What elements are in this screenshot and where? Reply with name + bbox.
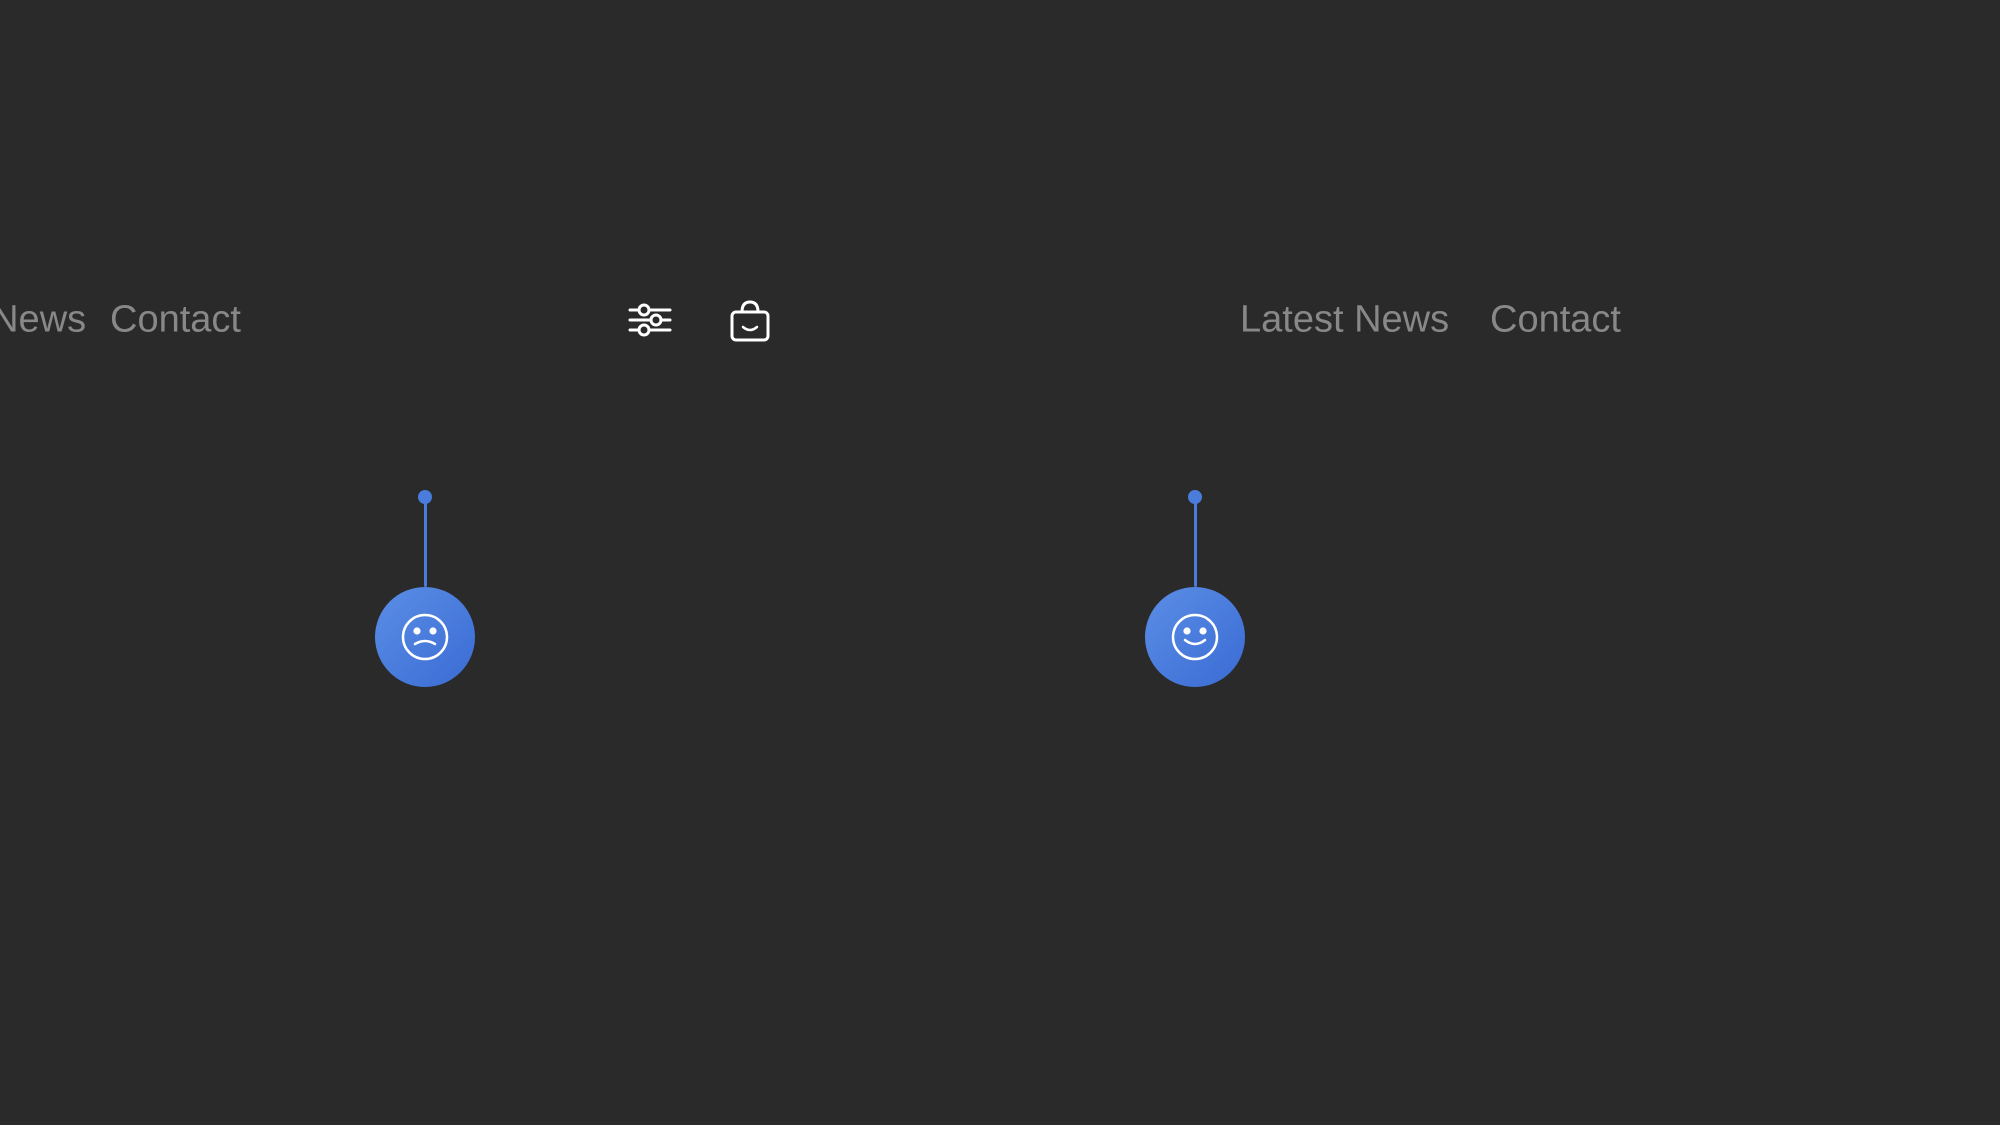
filter-icon xyxy=(624,294,676,346)
bag-icon-button[interactable] xyxy=(720,290,780,350)
nav-bar: t News Contact xyxy=(0,270,2000,370)
nav-item-contact-right[interactable]: Contact xyxy=(1490,299,1621,342)
bag-icon xyxy=(724,294,776,346)
pendulum-left[interactable] xyxy=(375,490,475,687)
nav-item-contact-left[interactable]: Contact xyxy=(110,299,241,342)
pendulum-right[interactable] xyxy=(1145,490,1245,687)
filter-icon-button[interactable] xyxy=(620,290,680,350)
nav-item-news[interactable]: t News xyxy=(0,299,86,342)
pendulum-right-circle[interactable] xyxy=(1145,587,1245,687)
sad-face-icon xyxy=(399,611,451,663)
pendulum-right-top-dot xyxy=(1188,490,1202,504)
nav-item-latest-news[interactable]: Latest News xyxy=(1240,299,1449,342)
happy-face-icon xyxy=(1169,611,1221,663)
pendulum-left-top-dot xyxy=(418,490,432,504)
pendulum-left-circle[interactable] xyxy=(375,587,475,687)
pendulum-right-line xyxy=(1194,502,1197,587)
pendulum-left-line xyxy=(424,502,427,587)
